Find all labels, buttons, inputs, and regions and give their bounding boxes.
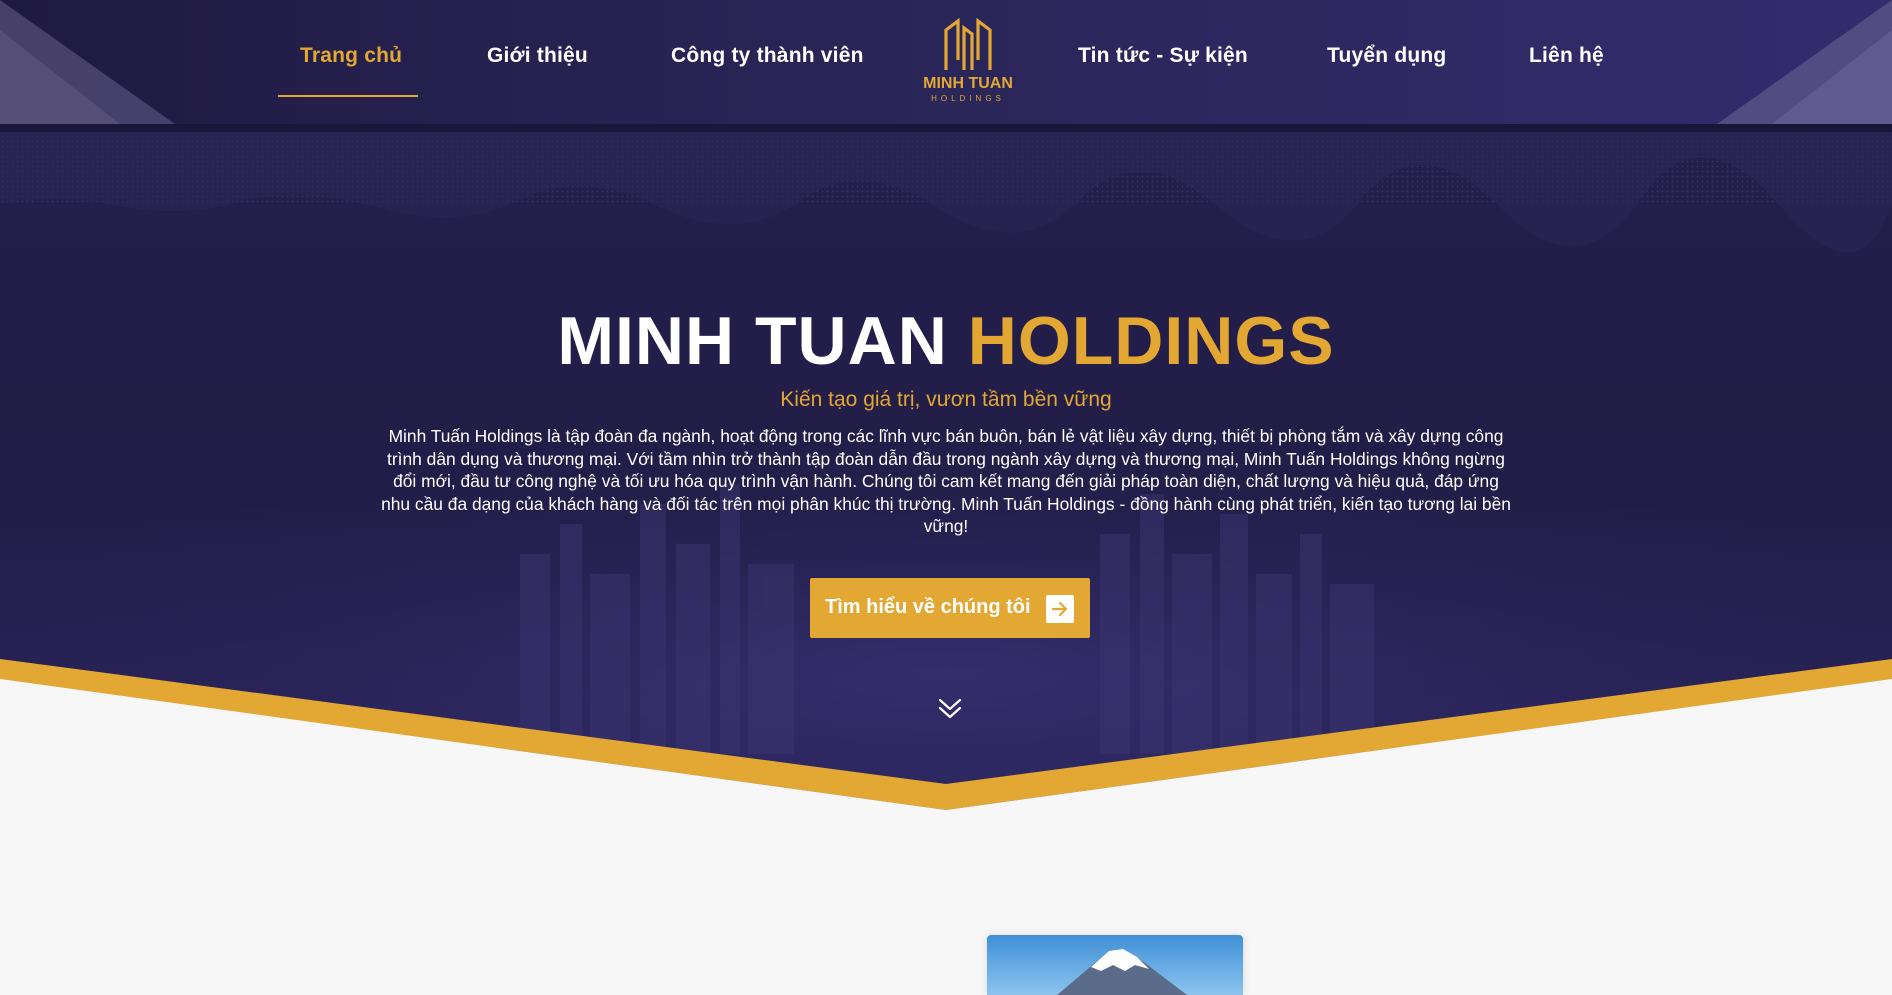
learn-about-us-button[interactable]: Tìm hiểu về chúng tôi: [810, 578, 1090, 638]
site-logo[interactable]: MINH TUAN HOLDINGS: [918, 16, 1018, 106]
cta-label: Tìm hiểu về chúng tôi: [825, 596, 1031, 618]
hero-title: MINH TUAN HOLDINGS: [0, 302, 1892, 380]
nav-item-news-events[interactable]: Tin tức - Sự kiện: [1078, 44, 1248, 68]
logo-sub-text: HOLDINGS: [931, 94, 1005, 103]
hero-section: MINH TUAN HOLDINGS Kiến tạo giá trị, vươ…: [0, 124, 1892, 824]
hero-description: Minh Tuấn Holdings là tập đoàn đa ngành,…: [381, 426, 1511, 536]
nav-item-about[interactable]: Giới thiệu: [487, 44, 588, 68]
hero-title-main: MINH TUAN: [557, 303, 948, 379]
logo-mark-icon: [944, 18, 992, 70]
hero-subtitle: Kiến tạo giá trị, vươn tầm bền vững: [780, 388, 1112, 411]
nav-item-member-companies[interactable]: Công ty thành viên: [671, 44, 864, 68]
nav-item-careers[interactable]: Tuyển dụng: [1327, 44, 1446, 68]
double-chevron-down-icon[interactable]: [935, 694, 965, 724]
site-header: Trang chủ Giới thiệu Công ty thành viên …: [0, 0, 1892, 124]
logo-name-text: MINH TUAN: [923, 75, 1013, 92]
arrow-right-icon: [1046, 595, 1074, 623]
nav-item-home[interactable]: Trang chủ: [300, 44, 402, 68]
mountain-image-card: [987, 935, 1243, 995]
hero-title-accent: HOLDINGS: [967, 303, 1335, 379]
nav-item-contact[interactable]: Liên hệ: [1529, 44, 1604, 68]
active-nav-indicator: [278, 95, 418, 97]
